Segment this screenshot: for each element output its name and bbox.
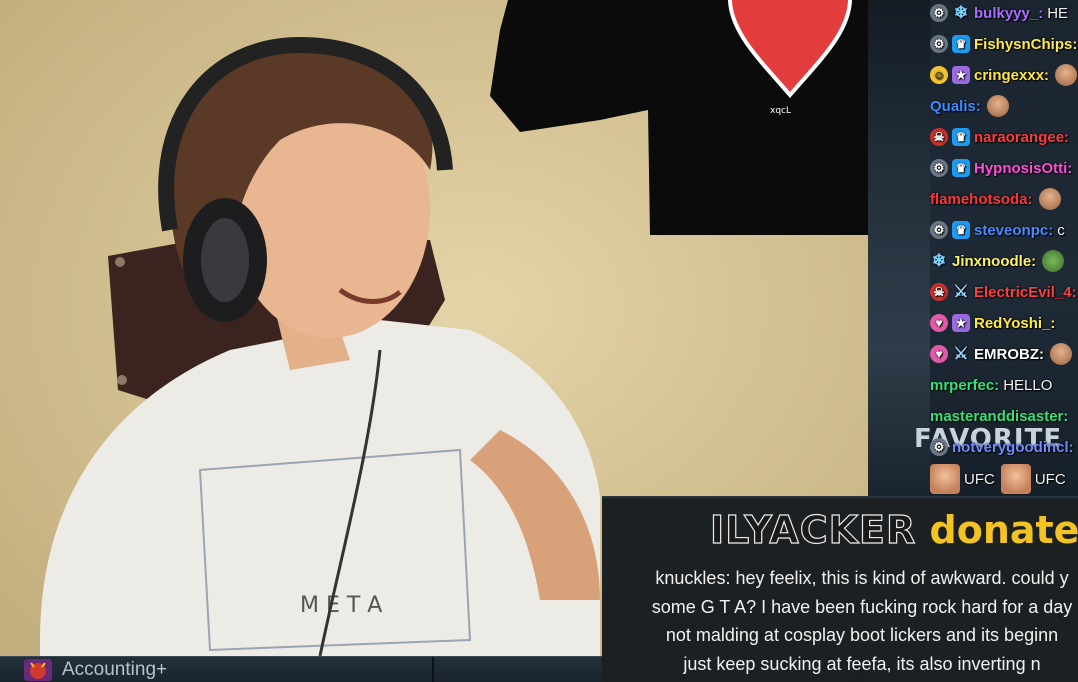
bottom-bar-divider <box>432 657 434 682</box>
emoji-badge-icon: ☺ <box>930 66 948 84</box>
chat-username[interactable]: notverygoodincl: <box>952 439 1074 456</box>
crown-badge-icon: ♛ <box>952 128 970 146</box>
sword-badge-icon: ⚔ <box>953 344 969 363</box>
chat-message: Qualis: <box>930 93 1009 119</box>
donated-text: donated $ <box>929 508 1078 552</box>
bottom-bar-label: Accounting+ <box>62 659 168 680</box>
demon-badge-icon: ☠ <box>930 128 948 146</box>
chat-username[interactable]: masteranddisaster: <box>930 408 1068 425</box>
chat-message: mrperfec: HELLO <box>930 372 1052 398</box>
chat-message: flamehotsoda: <box>930 186 1061 212</box>
donation-message-line: knuckles: hey feelix, this is kind of aw… <box>655 568 1069 588</box>
donation-alert: ILYACKER donated $ knuckles: hey feelix,… <box>602 496 1078 682</box>
chat-username[interactable]: ElectricEvil_4: <box>974 284 1077 301</box>
chat-username[interactable]: cringexxx: <box>974 67 1049 84</box>
pink-badge-icon: ♥ <box>930 345 948 363</box>
emote-icon <box>1055 64 1078 86</box>
chat-username[interactable]: RedYoshi_: <box>974 315 1055 332</box>
chat-message: ☠ ♛ naraorangee: <box>930 124 1073 150</box>
chat-username[interactable]: flamehotsoda: <box>930 191 1033 208</box>
emote-icon <box>1042 250 1065 272</box>
emote-icon <box>986 95 1009 117</box>
donation-message-line: some G T A? I have been fucking rock har… <box>651 596 1073 617</box>
robot-badge-icon: ⚙ <box>930 438 948 456</box>
chat-message-text: HE <box>1047 4 1069 22</box>
robot-badge-icon: ⚙ <box>930 159 948 177</box>
chat-message: ⚙ ♛ HypnosisOtti: <box>930 155 1076 181</box>
chat-username[interactable]: FishysnChips: <box>974 36 1077 53</box>
robot-badge-icon: ⚙ <box>930 35 948 53</box>
chat-username[interactable]: steveonpc: <box>974 222 1053 239</box>
chat-message: ❄ Jinxnoodle: <box>930 248 1065 274</box>
chat-username[interactable]: EMROBZ: <box>974 346 1044 363</box>
crown-badge-icon: ♛ <box>952 221 970 239</box>
chat-message: ⚙ ❄ bulkyyy_: HE <box>930 0 1068 26</box>
donation-title: ILYACKER donated $ <box>709 507 1078 552</box>
ufc-emote-icon <box>1000 464 1031 494</box>
svg-text:xqcL: xqcL <box>770 106 791 116</box>
donation-message-line: just keep sucking at feefa, its also inv… <box>683 653 1041 674</box>
chat-message-text: HELLO <box>1003 376 1053 394</box>
purple-badge-icon: ★ <box>952 314 970 332</box>
svg-text:M E T A: M E T A <box>300 593 382 618</box>
chat-message: ♥ ★ RedYoshi_: <box>930 310 1059 336</box>
chat-username[interactable]: mrperfec: <box>930 377 999 394</box>
chat-message: ☠ ⚔ ElectricEvil_4: <box>930 279 1078 305</box>
donation-message-line: not malding at cosplay boot lickers and … <box>665 625 1059 645</box>
emote-label: UFC <box>1034 470 1066 488</box>
bottom-info-bar: Accounting+ <box>0 656 602 682</box>
emote-label: UFC <box>964 470 995 488</box>
chat-panel[interactable]: FAVORITE ⚙ ❄ bulkyyy_: HE ⚙ ♛ FishysnChips: ☺ ★ c… <box>868 0 1078 496</box>
chat-message: ⚙ ♛ FishysnChips: <box>930 31 1078 57</box>
pink-badge-icon: ♥ <box>930 314 948 332</box>
demon-badge-icon: ☠ <box>930 283 948 301</box>
chat-backdrop <box>868 0 930 496</box>
emote-icon <box>1050 343 1072 365</box>
snow-badge-icon: ❄ <box>953 3 969 22</box>
donor-name: ILYACKER <box>709 507 917 552</box>
chat-message: ⚙ notverygoodincl: <box>930 434 1078 460</box>
ufc-emote-icon <box>930 464 960 494</box>
devil-icon <box>24 659 52 681</box>
chat-message-emotes: UFC UFC <box>930 464 1072 494</box>
sword-badge-icon: ⚔ <box>953 282 969 301</box>
chat-username[interactable]: Jinxnoodle: <box>952 253 1036 270</box>
crown-badge-icon: ♛ <box>952 35 970 53</box>
chat-username[interactable]: bulkyyy_: <box>974 5 1043 22</box>
chat-message-text: c <box>1057 221 1065 239</box>
purple-badge-icon: ★ <box>952 66 970 84</box>
chat-message: masteranddisaster: <box>930 403 1072 429</box>
chat-username[interactable]: HypnosisOtti: <box>974 160 1072 177</box>
chat-username[interactable]: Qualis: <box>930 98 981 115</box>
chat-message: ⚙ ♛ steveonpc: c <box>930 217 1065 243</box>
chat-message: ♥ ⚔ EMROBZ: <box>930 341 1072 367</box>
chat-username[interactable]: naraorangee: <box>974 129 1069 146</box>
robot-badge-icon: ⚙ <box>930 221 948 239</box>
donation-message: knuckles: hey feelix, this is kind of aw… <box>602 564 1078 678</box>
emote-icon <box>1038 188 1061 210</box>
chat-message: ☺ ★ cringexxx: <box>930 62 1078 88</box>
crown-badge-icon: ♛ <box>952 159 970 177</box>
robot-badge-icon: ⚙ <box>930 4 948 22</box>
snow-badge-icon: ❄ <box>931 251 947 270</box>
